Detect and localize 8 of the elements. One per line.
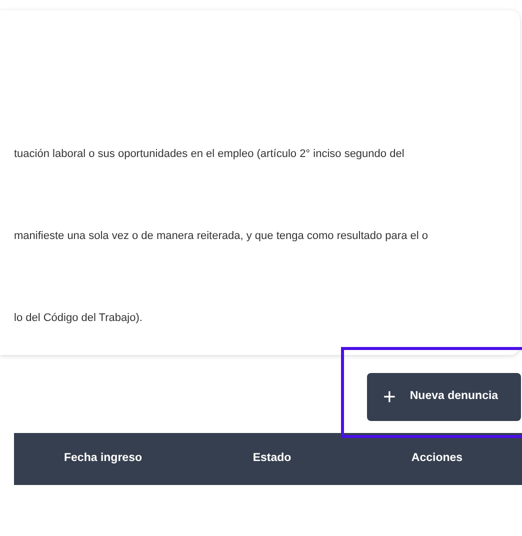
plus-icon: + [383, 386, 396, 408]
paragraph-text: manifieste una sola vez o de manera reiterada, y que tenga como resultado para el o [14, 229, 429, 244]
column-header: Estado [252, 451, 292, 466]
paragraph-text: lo del Código del Trabajo). [14, 311, 144, 326]
new-complaint-button[interactable]: + Nueva denuncia [367, 373, 521, 421]
column-header: Fecha ingreso [63, 451, 143, 466]
column-header: Acciones [410, 451, 464, 466]
paragraph-text: tuación laboral o sus oportunidades en el empleo (artículo 2° inciso segundo del [14, 147, 406, 162]
